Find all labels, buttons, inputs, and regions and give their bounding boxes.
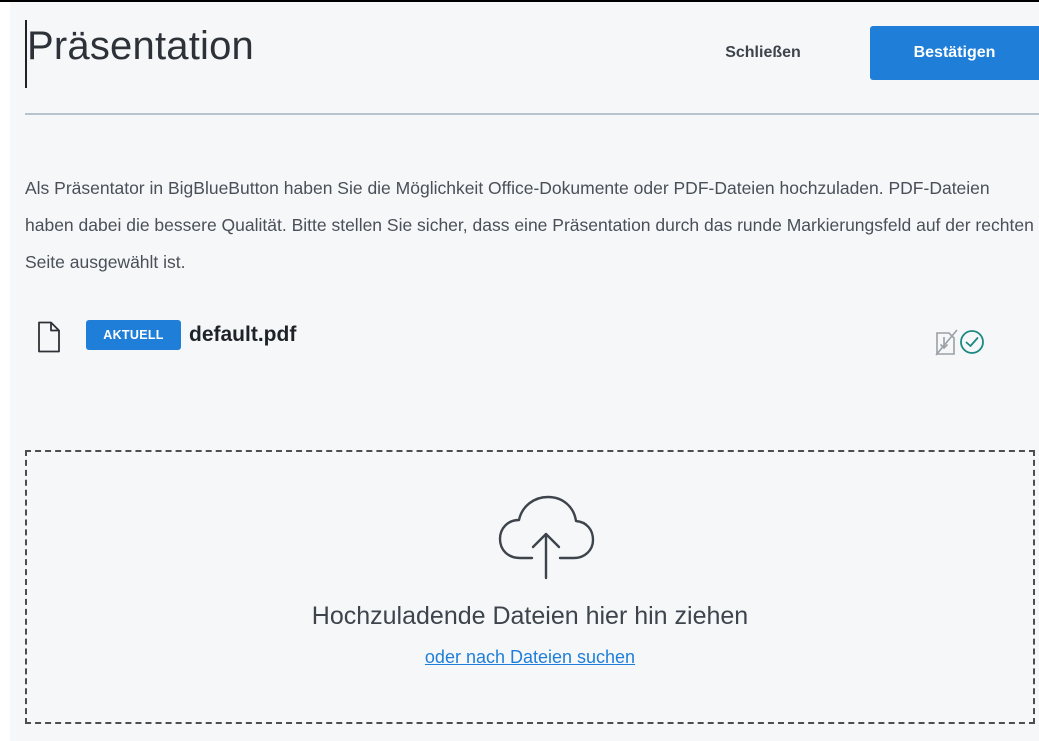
download-disabled-icon[interactable]	[935, 328, 961, 356]
close-button[interactable]: Schließen	[708, 26, 818, 80]
cloud-upload-icon	[496, 494, 596, 580]
browse-files-link[interactable]: oder nach Dateien suchen	[27, 647, 1033, 668]
presentation-upload-modal: Präsentation Schließen Bestätigen Als Pr…	[10, 2, 1039, 741]
file-list-item: AKTUELL default.pdf	[25, 318, 1039, 358]
header-divider	[25, 113, 1039, 115]
current-badge: AKTUELL	[86, 320, 181, 350]
confirm-button[interactable]: Bestätigen	[870, 26, 1039, 80]
file-dropzone[interactable]: Hochzuladende Dateien hier hin ziehen od…	[25, 450, 1035, 724]
file-icon	[37, 321, 61, 353]
upload-instructions: Als Präsentator in BigBlueButton haben S…	[25, 178, 1034, 272]
modal-title: Präsentation	[27, 24, 254, 68]
selected-check-icon[interactable]	[959, 329, 985, 355]
dropzone-instruction: Hochzuladende Dateien hier hin ziehen	[311, 602, 749, 630]
file-name: default.pdf	[189, 323, 297, 346]
